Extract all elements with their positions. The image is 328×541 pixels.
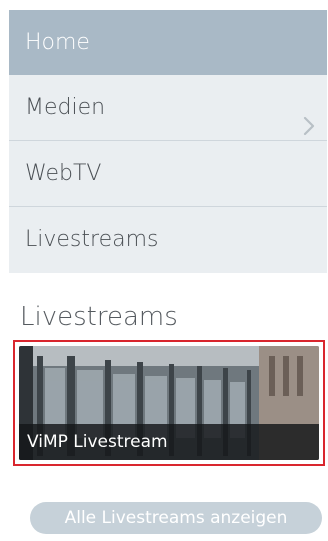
- nav-item-livestreams-label: Livestreams: [25, 227, 159, 252]
- nav-item-livestreams[interactable]: Livestreams: [9, 207, 327, 273]
- nav-item-home[interactable]: Home: [9, 10, 327, 75]
- livestream-card[interactable]: ViMP Livestream: [13, 340, 325, 466]
- chevron-right-icon: [303, 97, 315, 136]
- nav-item-medien-label: Medien: [25, 95, 106, 120]
- main-navigation: Home Medien WebTV Livestreams: [9, 10, 327, 273]
- nav-item-home-label: Home: [25, 30, 90, 55]
- nav-item-webtv-label: WebTV: [25, 161, 102, 186]
- nav-item-webtv[interactable]: WebTV: [9, 141, 327, 207]
- sidebar: Home Medien WebTV Livestreams Livestream…: [0, 0, 328, 541]
- nav-item-medien[interactable]: Medien: [9, 75, 327, 141]
- livestream-caption: ViMP Livestream: [19, 424, 319, 460]
- section-title-livestreams: Livestreams: [20, 302, 178, 332]
- livestream-thumbnail[interactable]: ViMP Livestream: [19, 346, 319, 460]
- show-all-livestreams-button[interactable]: Alle Livestreams anzeigen: [30, 502, 322, 534]
